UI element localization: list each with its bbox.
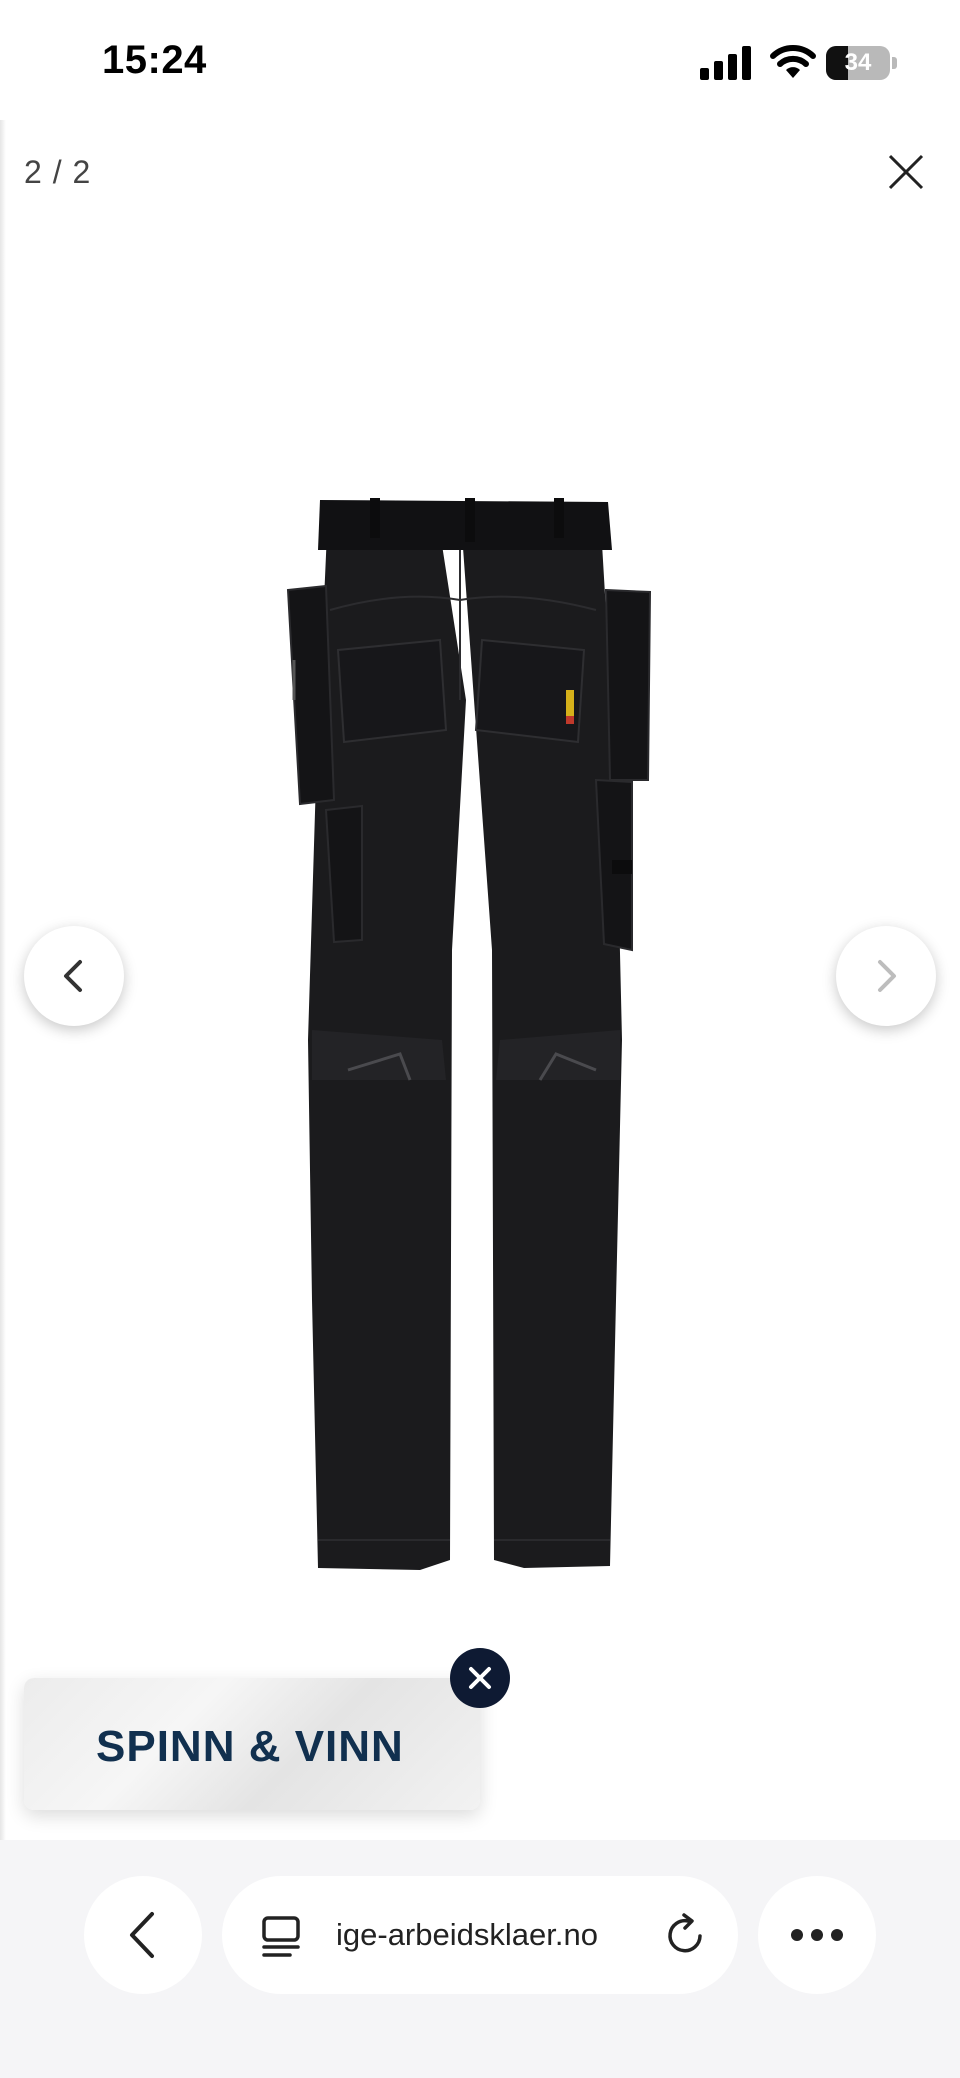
more-options-button[interactable]: [758, 1876, 876, 1994]
chevron-right-icon: [878, 960, 896, 992]
battery-level: 34: [844, 49, 872, 76]
image-counter: 2 / 2: [24, 154, 92, 190]
address-bar[interactable]: ige-arbeidsklaer.no: [222, 1876, 738, 1994]
next-image-button[interactable]: [836, 926, 936, 1026]
previous-image-button[interactable]: [24, 926, 124, 1026]
more-icon: [791, 1929, 843, 1941]
product-image[interactable]: [260, 480, 680, 1580]
battery-icon: 34: [826, 46, 898, 82]
browser-toolbar: ige-arbeidsklaer.no: [0, 1840, 960, 2078]
promo-close-button[interactable]: [450, 1648, 510, 1708]
battery-body: 34: [826, 46, 890, 80]
cellular-signal-icon: [700, 46, 751, 80]
reload-icon[interactable]: [662, 1912, 708, 1958]
back-icon: [130, 1912, 154, 1958]
promo-label: SPINN & VINN: [96, 1722, 404, 1771]
wifi-icon: [770, 45, 816, 78]
url-text[interactable]: ige-arbeidsklaer.no: [336, 1914, 656, 1956]
chevron-left-icon: [64, 960, 82, 992]
close-icon[interactable]: [880, 146, 932, 198]
browser-back-button[interactable]: [84, 1876, 202, 1994]
battery-tip: [892, 57, 897, 69]
lightbox-edge: [0, 120, 6, 1840]
close-icon: [469, 1667, 491, 1689]
status-bar: 15:24 34: [0, 0, 960, 120]
image-lightbox: 2 / 2: [0, 120, 960, 1840]
tabs-icon[interactable]: [260, 1914, 304, 1958]
spin-and-win-banner[interactable]: SPINN & VINN: [24, 1678, 480, 1810]
status-time: 15:24: [102, 38, 207, 82]
